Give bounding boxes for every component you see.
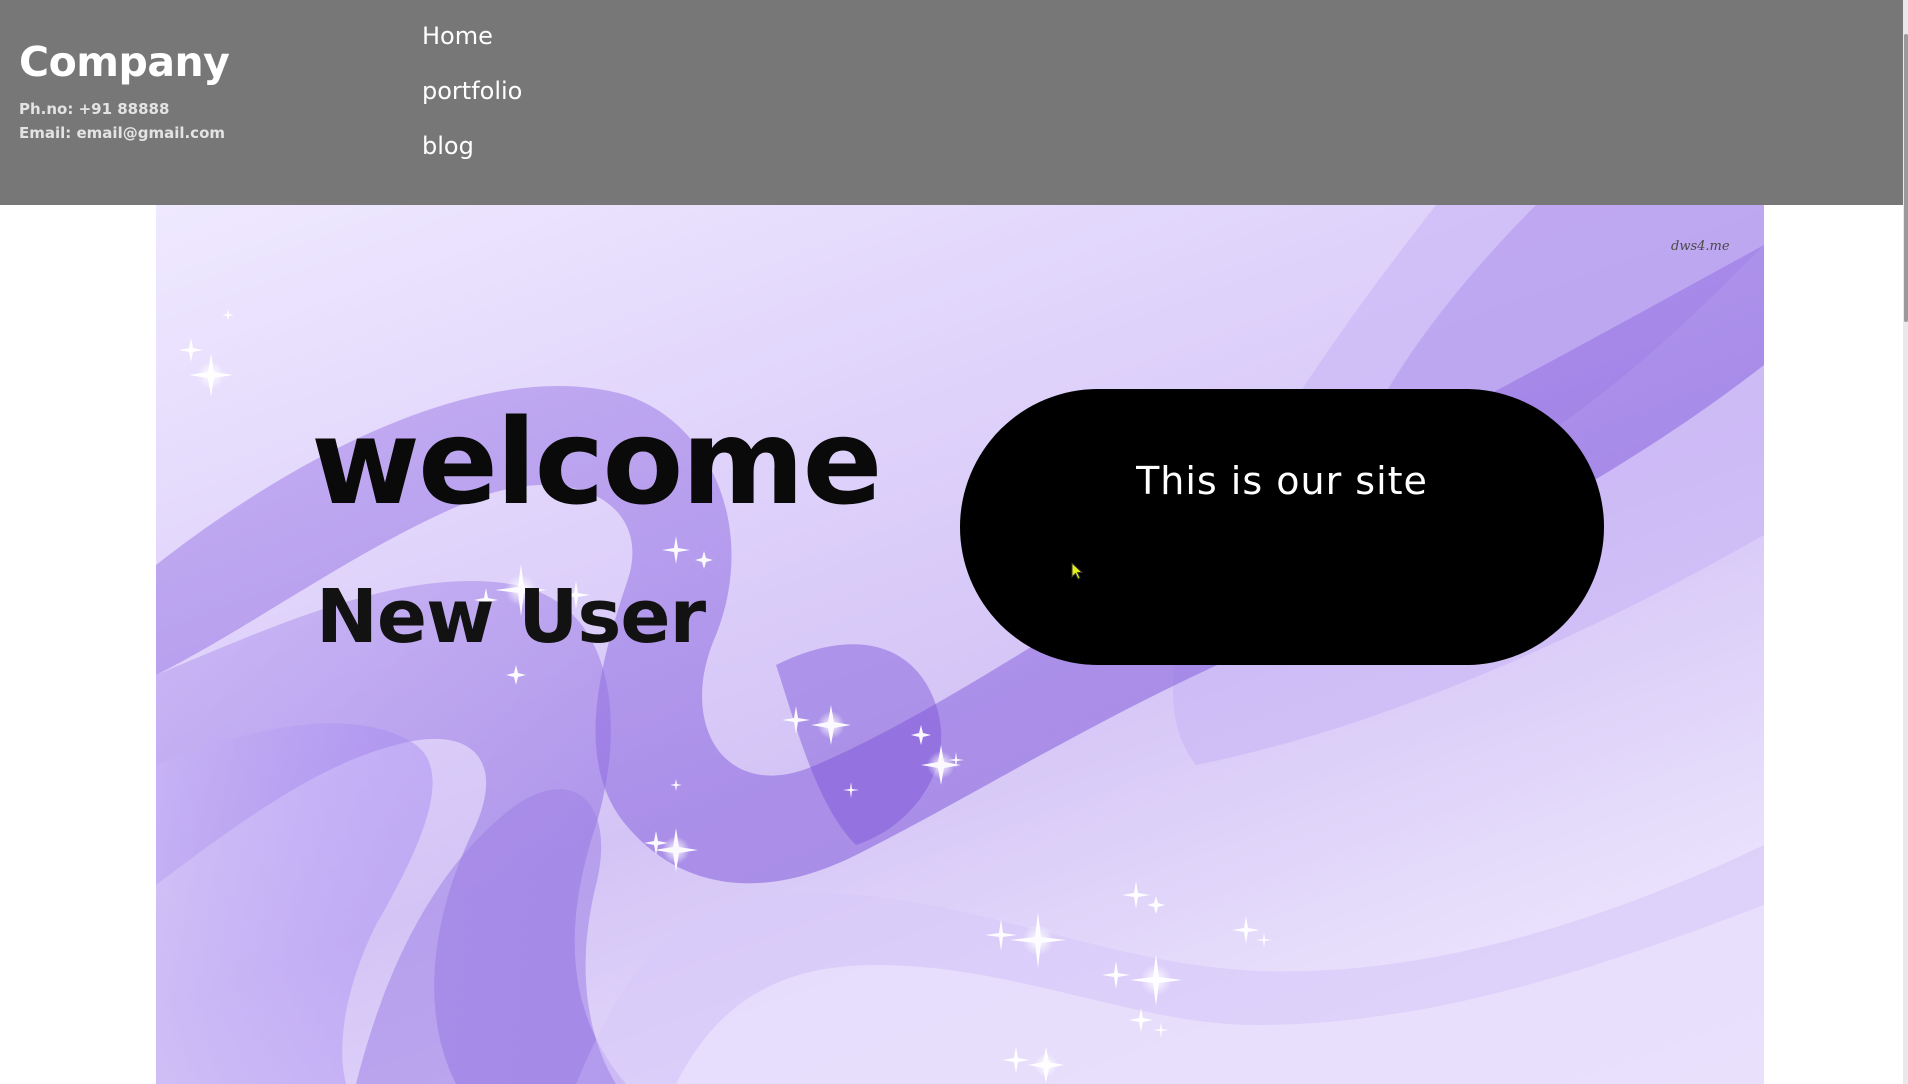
nav-link-portfolio[interactable]: portfolio — [422, 77, 522, 105]
contact-email: Email: email@gmail.com — [19, 124, 226, 142]
welcome-title: welcome — [311, 393, 882, 531]
nav-link-blog[interactable]: blog — [422, 132, 474, 160]
site-info-pill: This is our site — [960, 389, 1604, 665]
page-scrollbar-thumb[interactable] — [1904, 34, 1908, 322]
site-header: Company Ph.no: +91 88888 Email: email@gm… — [0, 0, 1903, 205]
site-tagline: This is our site — [1136, 459, 1428, 503]
image-watermark: dws4.me — [1671, 239, 1730, 254]
welcome-subtitle: New User — [316, 574, 706, 660]
mouse-pointer-icon — [1071, 562, 1084, 580]
hero-banner: dws4.me welcome New User This is our sit… — [156, 205, 1764, 1084]
nav-link-home[interactable]: Home — [422, 22, 493, 50]
contact-phone: Ph.no: +91 88888 — [19, 100, 170, 118]
page: Company Ph.no: +91 88888 Email: email@gm… — [0, 0, 1908, 1084]
company-name: Company — [19, 38, 230, 86]
